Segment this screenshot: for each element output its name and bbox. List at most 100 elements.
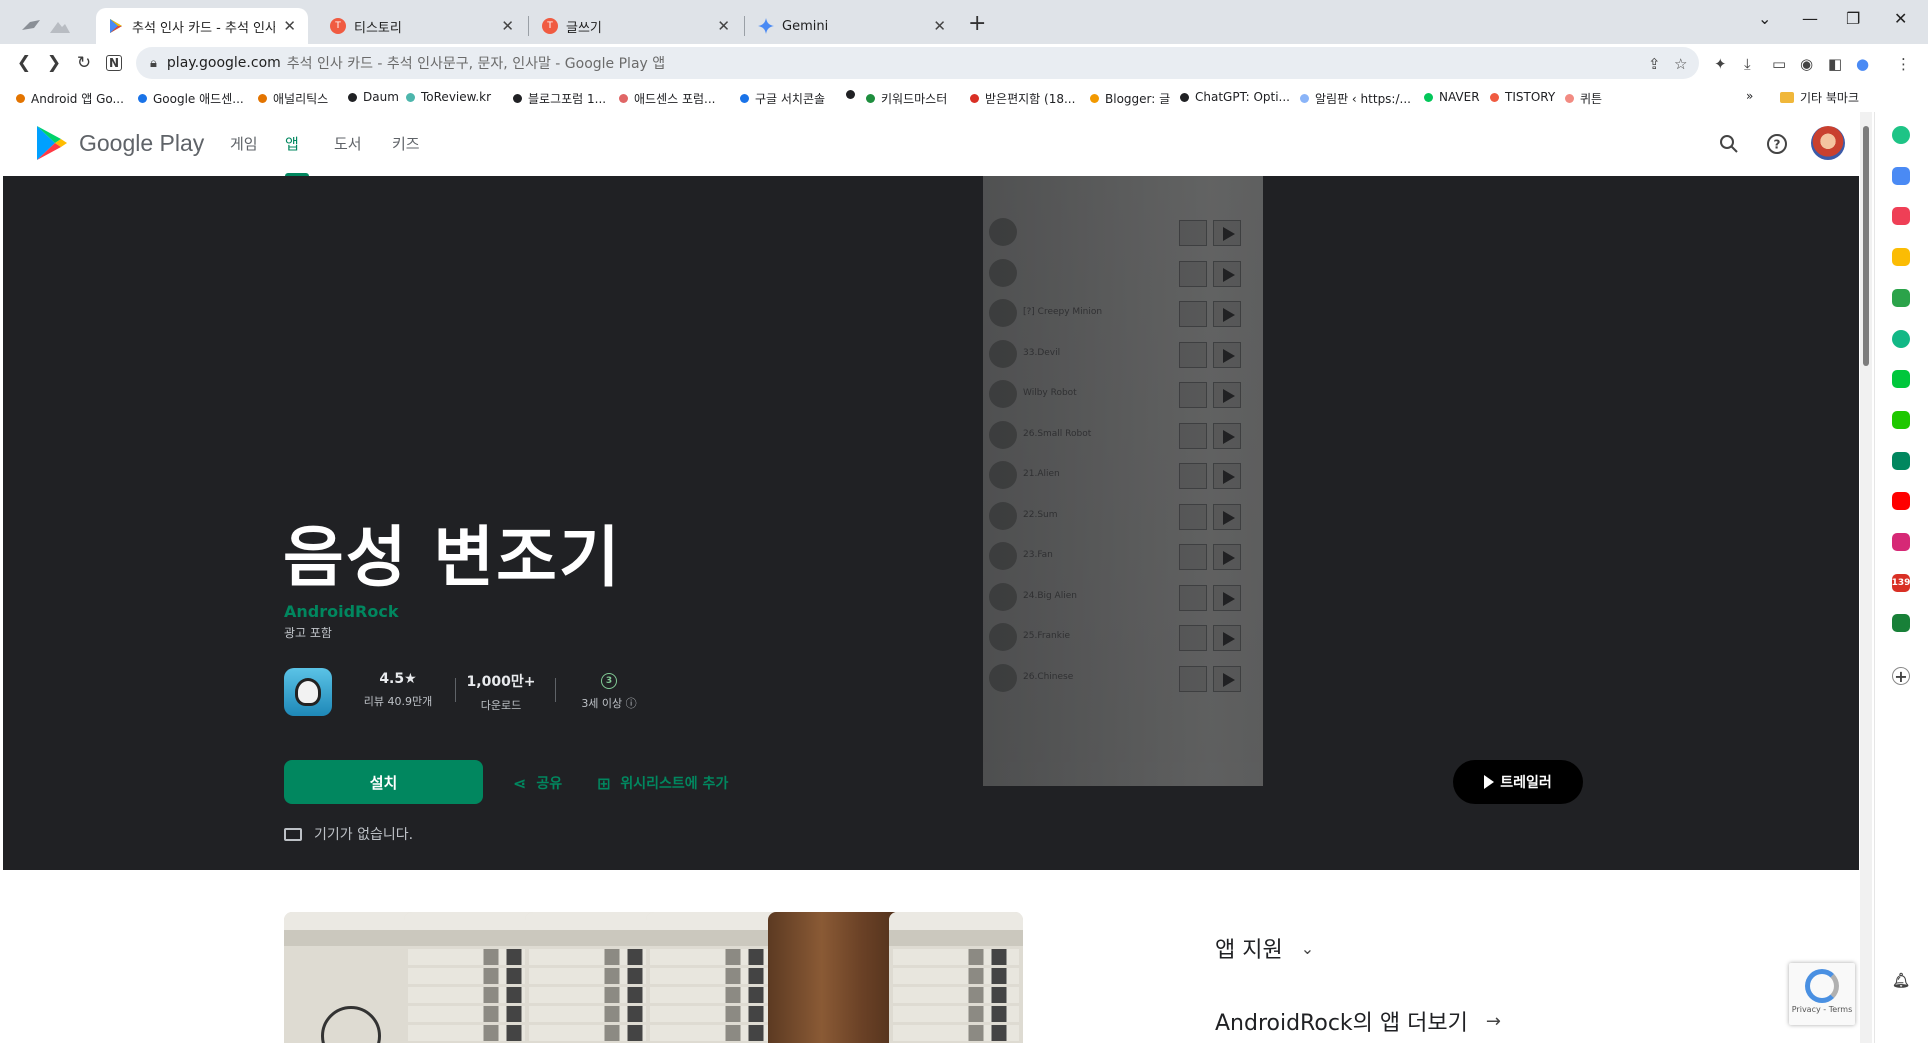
close-tab-icon[interactable]: ✕ bbox=[933, 17, 946, 35]
nav-books[interactable]: 도서 bbox=[334, 133, 362, 154]
bookmark-item[interactable]: 키워드마스터 bbox=[866, 90, 947, 107]
screenshot-icon[interactable]: ◉ bbox=[1800, 55, 1813, 73]
bookmark-item[interactable] bbox=[846, 90, 861, 99]
trailer-label: 트레일러 bbox=[1500, 775, 1552, 791]
star-icon[interactable] bbox=[1892, 248, 1910, 267]
tab-gemini[interactable]: Gemini ✕ bbox=[746, 8, 958, 44]
scrollbar-thumb[interactable] bbox=[1863, 126, 1869, 366]
share-label: 공유 bbox=[536, 776, 563, 792]
forward-button[interactable]: ❯ bbox=[40, 49, 68, 77]
pocket-icon[interactable] bbox=[1892, 207, 1910, 226]
bookmark-favicon-icon bbox=[970, 94, 979, 103]
bookmark-item[interactable]: 구글 서치콘솔 bbox=[740, 90, 825, 107]
screenshot-thumbnail[interactable] bbox=[889, 912, 1023, 1043]
reader-mode-icon[interactable]: N bbox=[100, 49, 128, 77]
note-icon[interactable] bbox=[1892, 410, 1910, 429]
youtube-icon[interactable] bbox=[1892, 492, 1910, 511]
trailer-button[interactable]: 트레일러 bbox=[1453, 760, 1583, 804]
bookmark-item[interactable]: ToReview.kr bbox=[406, 90, 491, 104]
recaptcha-links[interactable]: Privacy - Terms bbox=[1789, 1005, 1855, 1014]
chat-icon[interactable] bbox=[1892, 370, 1910, 389]
minimize-button[interactable]: — bbox=[1802, 9, 1818, 28]
bookmark-item[interactable]: Blogger: 글 bbox=[1090, 90, 1170, 107]
calendar-icon[interactable] bbox=[1892, 166, 1910, 185]
close-tab-icon[interactable]: ✕ bbox=[283, 17, 296, 35]
tab-search-chevron-icon[interactable]: ⌄ bbox=[1758, 9, 1771, 28]
recaptcha-badge[interactable]: Privacy - Terms bbox=[1789, 963, 1855, 1025]
nav-kids[interactable]: 키즈 bbox=[392, 133, 420, 154]
bookmark-item[interactable]: Google 애드센... bbox=[138, 90, 244, 107]
add-app-icon[interactable]: + bbox=[1892, 667, 1910, 686]
screenshot-thumbnail[interactable] bbox=[284, 912, 418, 1043]
notification-bell-icon[interactable]: 🔔︎ bbox=[1892, 972, 1910, 990]
search-icon[interactable] bbox=[1715, 130, 1743, 158]
circle-icon[interactable] bbox=[1892, 126, 1910, 144]
bookmark-item[interactable]: Daum bbox=[348, 90, 399, 104]
share-page-icon[interactable]: ⇪ bbox=[1648, 55, 1661, 73]
more-by-developer-section[interactable]: AndroidRock의 앱 더보기 → bbox=[1215, 1005, 1501, 1037]
nav-games[interactable]: 게임 bbox=[230, 133, 258, 154]
screenshot-thumbnail[interactable] bbox=[646, 912, 780, 1043]
screenshot-carousel[interactable] bbox=[284, 912, 1148, 1043]
menu-kebab-icon[interactable]: ⋮ bbox=[1896, 55, 1911, 73]
account-avatar[interactable] bbox=[1811, 126, 1845, 160]
bookmark-item[interactable]: 알림판 ‹ https:/... bbox=[1300, 90, 1411, 107]
wishlist-label: 위시리스트에 추가 bbox=[620, 776, 729, 792]
bookmark-item[interactable]: 애드센스 포럼... bbox=[619, 90, 716, 107]
bookmarks-overflow-button[interactable]: » bbox=[1746, 89, 1753, 103]
tab-write[interactable]: T 글쓰기 ✕ bbox=[530, 8, 742, 44]
page-scrollbar[interactable] bbox=[1860, 112, 1872, 1043]
developer-link[interactable]: AndroidRock bbox=[284, 602, 398, 621]
wishlist-button[interactable]: ⊞ 위시리스트에 추가 bbox=[597, 773, 728, 793]
app-support-section[interactable]: 앱 지원 ⌄ bbox=[1215, 932, 1314, 964]
nav-apps[interactable]: 앱 bbox=[285, 133, 299, 154]
tab-google-play[interactable]: 추석 인사 카드 - 추석 인사문구, 문자, 인사말 ✕ bbox=[96, 8, 308, 44]
address-bar[interactable]: 🔒︎ play.google.com 추석 인사 카드 - 추석 인사문구, 문… bbox=[136, 47, 1699, 79]
translate-icon[interactable] bbox=[1892, 288, 1910, 307]
browser-side-panel: 🔔︎ + 139 bbox=[1874, 112, 1928, 1043]
bookmark-label: 받은편지함 (18... bbox=[985, 92, 1076, 106]
bookmark-item[interactable]: Android 앱 Go... bbox=[16, 90, 124, 107]
side-panel-icon[interactable]: ◧ bbox=[1828, 55, 1842, 73]
share-button[interactable]: ⋖ 공유 bbox=[513, 773, 562, 793]
bookmark-item[interactable]: 받은편지함 (18... bbox=[970, 90, 1075, 107]
downloads-value: 1,000만+ bbox=[466, 674, 536, 690]
downloads-icon[interactable]: ⤓ bbox=[1744, 55, 1751, 73]
site-info-icon[interactable]: 🔒︎ bbox=[150, 56, 157, 71]
restore-button[interactable]: ❐ bbox=[1846, 9, 1860, 28]
instagram-icon[interactable] bbox=[1892, 533, 1910, 551]
help-icon[interactable]: ? bbox=[1763, 130, 1791, 158]
reload-button[interactable]: ↻ bbox=[70, 49, 98, 77]
other-bookmarks-folder[interactable]: 기타 북마크 bbox=[1780, 89, 1859, 106]
bookmark-favicon-icon bbox=[740, 94, 749, 103]
bookmark-item[interactable]: TISTORY bbox=[1490, 90, 1555, 104]
google-play-logo[interactable]: Google Play bbox=[35, 124, 204, 162]
new-tab-button[interactable]: + bbox=[968, 11, 986, 36]
circle-play-icon[interactable] bbox=[1892, 329, 1910, 348]
tab-tistory[interactable]: T 티스토리 ✕ bbox=[318, 8, 526, 44]
screenshot-thumbnail[interactable] bbox=[525, 912, 659, 1043]
bookmark-item[interactable]: 블로그포럼 1... bbox=[513, 90, 606, 107]
bookmark-item[interactable]: 애널리틱스 bbox=[258, 90, 328, 107]
video-camera-icon[interactable]: ▭ bbox=[1772, 55, 1786, 73]
screenshot-thumbnail[interactable] bbox=[768, 912, 902, 1043]
badge-139[interactable]: 139 bbox=[1892, 573, 1910, 592]
age-rating-label: 3세 이상 ⓘ bbox=[581, 697, 637, 710]
extensions-icon[interactable]: ✦ bbox=[1714, 55, 1727, 73]
rating-stat[interactable]: 4.5★ 리뷰 40.9만개 bbox=[353, 671, 443, 709]
content-rating-stat[interactable]: 3 3세 이상 ⓘ bbox=[569, 671, 649, 711]
close-window-button[interactable]: ✕ bbox=[1894, 9, 1907, 28]
close-tab-icon[interactable]: ✕ bbox=[501, 17, 514, 35]
sheet-icon[interactable] bbox=[1892, 614, 1910, 633]
bookmark-item[interactable]: ChatGPT: Opti... bbox=[1180, 90, 1290, 104]
play-icon[interactable] bbox=[1892, 451, 1910, 470]
screenshot-thumbnail[interactable] bbox=[404, 912, 538, 1043]
bookmark-item[interactable]: 퀴튼 bbox=[1565, 90, 1602, 107]
close-tab-icon[interactable]: ✕ bbox=[717, 17, 730, 35]
profile-icon[interactable]: ● bbox=[1856, 55, 1869, 73]
pinned-tab[interactable] bbox=[8, 8, 92, 44]
bookmark-item[interactable]: NAVER bbox=[1424, 90, 1480, 104]
install-button[interactable]: 설치 bbox=[284, 760, 483, 804]
bookmark-star-icon[interactable]: ☆ bbox=[1674, 55, 1687, 73]
back-button[interactable]: ❮ bbox=[10, 49, 38, 77]
